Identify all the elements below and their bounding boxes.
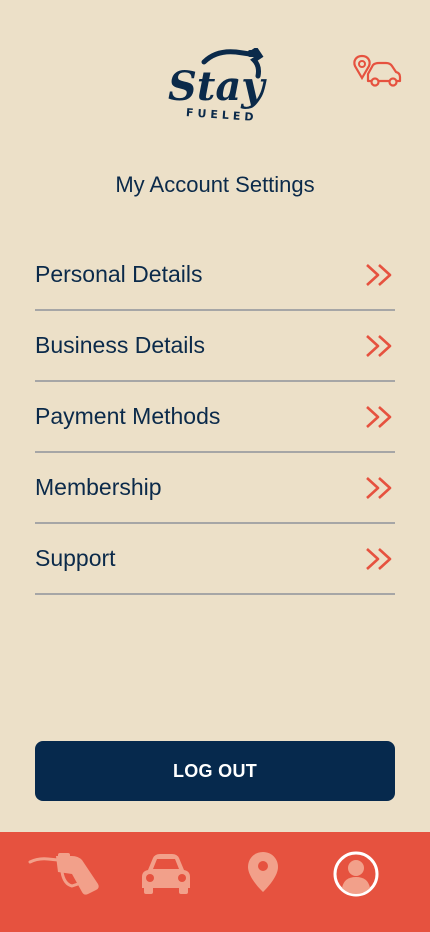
menu-item-business-details[interactable]: Business Details <box>35 311 395 382</box>
profile-icon[interactable] <box>332 850 380 900</box>
double-chevron-right-icon <box>366 547 392 570</box>
car-location-icon[interactable] <box>352 54 402 88</box>
double-chevron-right-icon <box>366 263 392 286</box>
logout-button[interactable]: LOG OUT <box>35 741 395 801</box>
stay-fueled-logo: Stay FUELED <box>168 48 267 122</box>
menu-item-label: Business Details <box>35 332 206 358</box>
location-pin-icon[interactable] <box>246 850 280 900</box>
svg-text:Stay: Stay <box>168 63 267 110</box>
fuel-nozzle-icon[interactable] <box>28 850 102 900</box>
double-chevron-right-icon <box>366 405 392 428</box>
menu-item-personal-details[interactable]: Personal Details <box>35 240 395 311</box>
menu-item-payment-methods[interactable]: Payment Methods <box>35 382 395 453</box>
menu-item-support[interactable]: Support <box>35 524 395 595</box>
menu-item-label: Membership <box>35 474 162 500</box>
menu-item-label: Personal Details <box>35 261 203 287</box>
menu-item-label: Support <box>35 545 116 571</box>
menu-item-label: Payment Methods <box>35 403 221 429</box>
menu-item-membership[interactable]: Membership <box>35 453 395 524</box>
bottom-nav <box>0 832 430 932</box>
page-title: My Account Settings <box>115 172 315 197</box>
settings-menu: Personal Details Business Details Paymen… <box>35 240 395 595</box>
car-icon[interactable] <box>140 850 192 900</box>
double-chevron-right-icon <box>366 334 392 357</box>
double-chevron-right-icon <box>366 476 392 499</box>
